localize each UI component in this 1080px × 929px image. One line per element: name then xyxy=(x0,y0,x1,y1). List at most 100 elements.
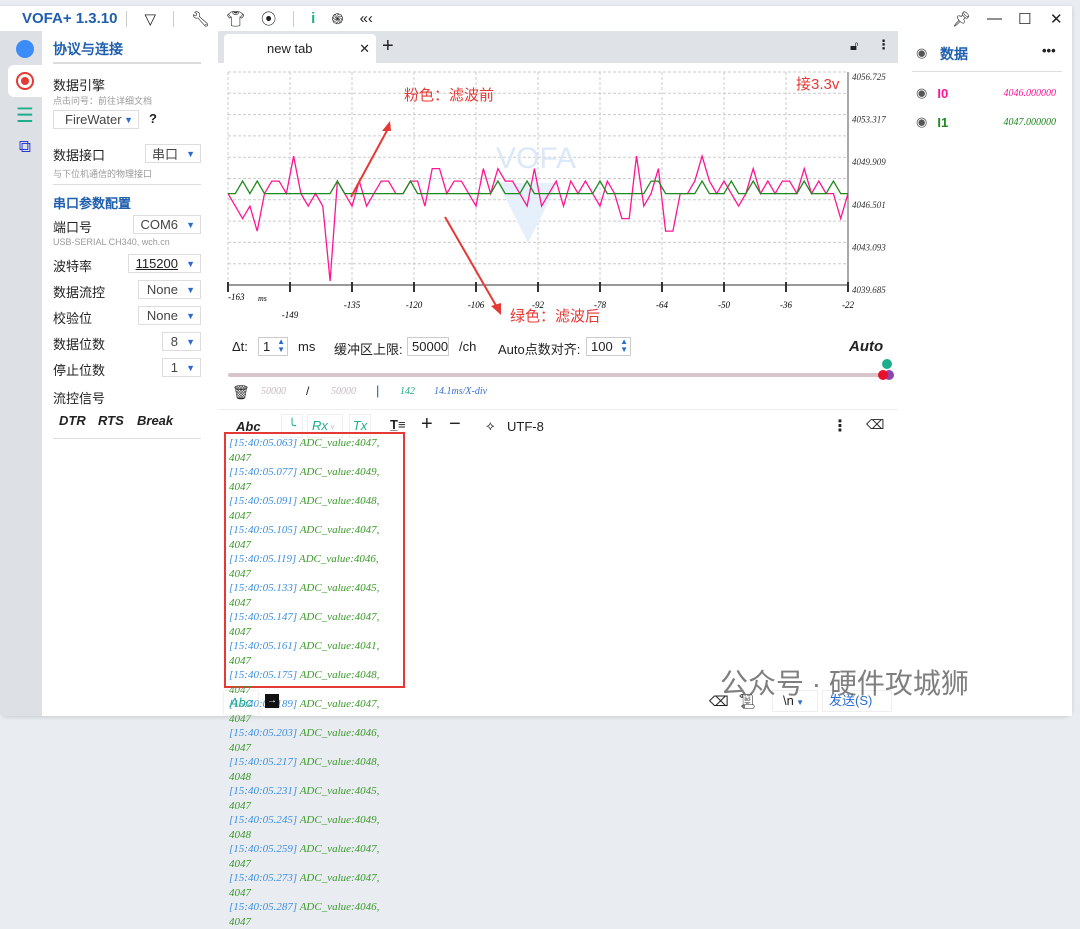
buffer-input[interactable]: 50000 xyxy=(407,337,449,356)
log-timestamp: [15:40:05.091] xyxy=(229,495,298,507)
chevron-down-icon: ▼ xyxy=(186,310,195,321)
pin-icon[interactable]: 📌︎ xyxy=(952,10,971,28)
parity-select[interactable]: None ▼ xyxy=(138,306,201,325)
dt-value: 1 xyxy=(263,339,271,354)
record-nav-icon[interactable] xyxy=(8,65,42,97)
dt-input[interactable]: 1 ▲ ▼ xyxy=(258,337,288,356)
channel-row-i0[interactable]: ◉ I0 4046.000000 xyxy=(916,85,1056,101)
auto-button[interactable]: Auto xyxy=(849,338,883,355)
annotation-pink: 粉色：滤波前 xyxy=(404,87,495,104)
channel-row-i1[interactable]: ◉ I1 4047.000000 xyxy=(916,114,1056,130)
log-timestamp: [15:40:05.147] xyxy=(229,611,298,623)
buffer-unit: /ch xyxy=(459,339,477,354)
y-tick-label: 4049.909 xyxy=(852,157,886,167)
baud-label: 波特率 xyxy=(53,259,93,274)
log-timestamp: [15:40:05.245] xyxy=(229,814,298,826)
log-timestamp: [15:40:05.231] xyxy=(229,785,298,797)
watermark: 公众号 · 硬件攻城狮 xyxy=(720,668,969,699)
annotation-voltage: 接3.3v xyxy=(796,76,840,93)
receive-log[interactable]: [15:40:05.063] ADC_value:4047, 4047 [15:4… xyxy=(224,432,405,928)
baud-select[interactable]: 115200 ▼ xyxy=(128,254,201,273)
interface-select[interactable]: 串口 ▼ xyxy=(145,144,201,163)
eye-icon[interactable]: ◉ xyxy=(916,85,927,101)
unlock-icon[interactable]: 🔓︎ xyxy=(850,38,858,54)
main-area: new tab ✕ + 🔓︎ ⋮ VOFA -163 -149 -135 -120 -10… xyxy=(218,31,898,928)
slider-handle-red[interactable] xyxy=(878,370,888,380)
log-timestamp: [15:40:05.217] xyxy=(229,756,298,768)
databits-label: 数据位数 xyxy=(53,337,106,352)
waveform-chart[interactable]: VOFA-163-149-135 -120 -106 -92 -78 -64 -50 -36-… xyxy=(218,63,898,325)
waveform-icon[interactable]: ⟡ xyxy=(486,418,495,434)
x-tick-label: -36 xyxy=(780,300,792,310)
text-format-icon[interactable]: T̲≡ xyxy=(390,417,406,432)
log-line: [15:40:05.231] ADC_value:4045, 4047 xyxy=(229,784,400,813)
spin-icon[interactable]: ▲ ▼ xyxy=(277,338,285,354)
parity-value: None xyxy=(146,308,178,323)
capture-icon[interactable]: ⦿ xyxy=(261,8,276,29)
log-timestamp: [15:40:05.105] xyxy=(229,524,298,536)
stopbits-value: 1 xyxy=(170,360,178,375)
log-timestamp: [15:40:05.273] xyxy=(229,872,298,884)
connect-nav-icon[interactable] xyxy=(8,33,42,65)
engine-value: FireWater xyxy=(65,112,122,127)
spin-icon[interactable]: ▲ ▼ xyxy=(620,338,628,354)
info-icon[interactable]: i xyxy=(311,10,315,27)
more-vertical-icon[interactable]: ⋮ xyxy=(832,416,848,436)
status-separator: / xyxy=(306,384,310,398)
engine-select[interactable]: FireWater ▼ xyxy=(53,110,139,129)
auto-align-value: 100 xyxy=(591,339,613,354)
port-select[interactable]: COM6 ▼ xyxy=(133,215,201,234)
annotation-arrow-green xyxy=(444,216,499,310)
y-tick-label: 4046.501 xyxy=(852,200,886,210)
tab-new-tab[interactable]: new tab ✕ xyxy=(224,34,376,63)
auto-align-input[interactable]: 100 ▲ ▼ xyxy=(586,337,631,356)
trash-icon[interactable]: 🗑︎ xyxy=(232,384,250,401)
fingerprint-icon[interactable]: ֍ xyxy=(331,9,343,29)
slider-handle-teal[interactable] xyxy=(882,359,892,369)
close-button[interactable]: ✕ xyxy=(1050,10,1063,28)
data-panel: ◉ 数据 ••• ◉ I0 4046.000000 ◉ I1 4047.0000… xyxy=(900,31,1072,716)
send-abc-button[interactable]: Abc xyxy=(224,691,258,715)
help-button[interactable]: ? xyxy=(149,111,157,126)
log-line: [15:40:05.119] ADC_value:4046, 4047 xyxy=(229,552,400,581)
add-tab-button[interactable]: + xyxy=(382,35,394,58)
eye-icon[interactable]: ◉ xyxy=(916,45,927,61)
interface-label: 数据接口 xyxy=(53,148,106,163)
encoding-select[interactable]: UTF-8 xyxy=(507,419,544,434)
send-file-icon[interactable]: → xyxy=(265,694,279,708)
break-button[interactable]: Break xyxy=(137,413,173,428)
x-tick-label: -50 xyxy=(718,300,730,310)
eye-icon[interactable]: ◉ xyxy=(916,114,927,130)
zoom-out-icon[interactable]: − xyxy=(449,413,461,436)
tab-label: new tab xyxy=(267,41,313,56)
minimize-button[interactable]: — xyxy=(987,10,1002,27)
rts-button[interactable]: RTS xyxy=(98,413,124,428)
log-line: [15:40:05.259] ADC_value:4047, 4047 xyxy=(229,842,400,871)
wrench-icon[interactable]: 🔧︎ xyxy=(191,10,210,28)
shirt-icon[interactable]: 👕︎ xyxy=(226,10,245,28)
stopbits-select[interactable]: 1 ▼ xyxy=(162,358,201,377)
log-line: [15:40:05.105] ADC_value:4047, 4047 xyxy=(229,523,400,552)
dt-label: Δt: xyxy=(232,339,248,354)
vofa-logo-icon[interactable]: ▽ xyxy=(144,10,156,28)
zoom-in-icon[interactable]: + xyxy=(421,413,433,436)
x-tick-label: -22 xyxy=(842,300,854,310)
more-icon[interactable]: ••• xyxy=(1042,43,1056,58)
collapse-icon[interactable]: «‹ xyxy=(360,10,373,27)
timeline-slider[interactable] xyxy=(228,373,890,377)
databits-select[interactable]: 8 ▼ xyxy=(162,332,201,351)
x-division: 14.1ms/X-div xyxy=(434,386,488,397)
app-window: VOFA+ 1.3.10 ▽ 🔧︎ 👕︎ ⦿ i ֍ «‹ 📌︎ — ☐ ✕ ☰… xyxy=(0,6,1072,928)
list-nav-icon[interactable]: ☰ xyxy=(8,99,42,131)
log-timestamp: [15:40:05.119] xyxy=(229,553,297,565)
more-vertical-icon[interactable]: ⋮ xyxy=(877,37,890,53)
windows-nav-icon[interactable]: ⧉ xyxy=(8,131,42,163)
eraser-icon[interactable]: ⌫ xyxy=(866,417,884,433)
watermark-logo xyxy=(498,183,558,243)
dtr-button[interactable]: DTR xyxy=(59,413,86,428)
maximize-button[interactable]: ☐ xyxy=(1018,10,1031,28)
chevron-down-icon: ▼ xyxy=(124,114,133,125)
flow-select[interactable]: None ▼ xyxy=(138,280,201,299)
log-line: [15:40:05.245] ADC_value:4049, 4048 xyxy=(229,813,400,842)
close-tab-icon[interactable]: ✕ xyxy=(359,41,370,57)
